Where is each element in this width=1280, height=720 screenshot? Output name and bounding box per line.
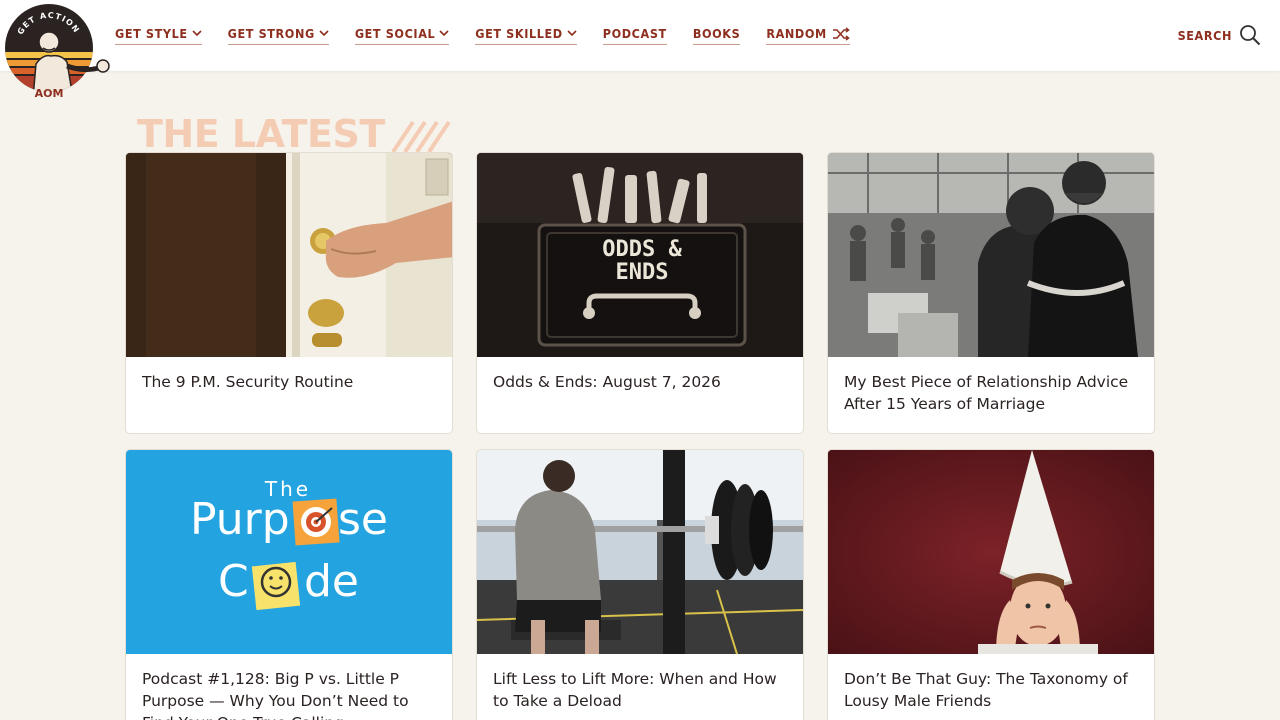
title-slashes-decoration: [391, 120, 451, 154]
site-logo[interactable]: GET ACTION AOM: [3, 2, 111, 100]
nav-label: PODCAST: [602, 26, 667, 41]
odds-ends-image-text: ENDS: [616, 260, 669, 285]
article-image-security[interactable]: [126, 153, 452, 357]
nav-label: RANDOM: [766, 26, 827, 41]
nav-label: BOOKS: [692, 26, 741, 41]
article-title[interactable]: Lift Less to Lift More: When and How to …: [477, 654, 803, 720]
chevron-down-icon: [439, 30, 449, 37]
purpose-cover-text: se: [338, 494, 388, 545]
main-nav: GET STYLE GET STRONG GET SOCIAL GET SKIL…: [115, 0, 876, 71]
chevron-down-icon: [319, 30, 329, 37]
site-header: GET STYLE GET STRONG GET SOCIAL GET SKIL…: [0, 0, 1280, 71]
nav-get-skilled[interactable]: GET SKILLED: [475, 26, 577, 45]
search-button[interactable]: SEARCH: [1178, 24, 1261, 46]
shuffle-icon: [832, 26, 850, 41]
aom-logo-icon: GET ACTION AOM: [5, 4, 110, 100]
article-image-odds-ends[interactable]: ODDS & ENDS: [477, 153, 803, 357]
article-title[interactable]: Odds & Ends: August 7, 2026: [477, 357, 803, 433]
nav-label: GET SOCIAL: [354, 26, 436, 41]
nav-books[interactable]: BOOKS: [692, 26, 741, 45]
article-card[interactable]: ODDS & ENDS Odds & Ends: August 7, 2026: [476, 152, 804, 434]
nav-get-style[interactable]: GET STYLE: [115, 26, 202, 45]
article-card[interactable]: Don’t Be That Guy: The Taxonomy of Lousy…: [827, 449, 1155, 720]
nav-label: GET SKILLED: [475, 26, 563, 41]
odds-ends-image-text: ODDS &: [602, 237, 682, 262]
search-icon: [1240, 25, 1261, 46]
nav-get-strong[interactable]: GET STRONG: [227, 26, 329, 45]
article-title[interactable]: The 9 P.M. Security Routine: [126, 357, 452, 433]
article-title[interactable]: Podcast #1,128: Big P vs. Little P Purpo…: [126, 654, 452, 720]
article-image-purpose-code[interactable]: The Purp se C de: [126, 450, 452, 654]
nav-get-social[interactable]: GET SOCIAL: [354, 26, 450, 45]
article-card[interactable]: My Best Piece of Relationship Advice Aft…: [827, 152, 1155, 434]
chevron-down-icon: [192, 30, 202, 37]
purpose-cover-text: de: [304, 556, 359, 607]
purpose-cover-text: Purp: [190, 494, 290, 545]
nav-label: GET STYLE: [115, 26, 188, 41]
purpose-cover-text: C: [218, 556, 249, 607]
chevron-down-icon: [567, 30, 577, 37]
article-title[interactable]: My Best Piece of Relationship Advice Aft…: [828, 357, 1154, 433]
nav-podcast[interactable]: PODCAST: [602, 26, 667, 45]
article-card[interactable]: The 9 P.M. Security Routine: [125, 152, 453, 434]
search-label: SEARCH: [1177, 27, 1232, 43]
article-card[interactable]: The Purp se C de Podcast #1,128: Big P v…: [125, 449, 453, 720]
article-grid: The 9 P.M. Security Routine ODDS & ENDS: [125, 152, 1155, 720]
article-image-dunce-cap[interactable]: [828, 450, 1154, 654]
article-image-deload[interactable]: [477, 450, 803, 654]
article-card[interactable]: Lift Less to Lift More: When and How to …: [476, 449, 804, 720]
section-title: THE LATEST: [137, 112, 385, 156]
logo-aom-text: AOM: [35, 87, 64, 100]
nav-label: GET STRONG: [227, 26, 315, 41]
article-title[interactable]: Don’t Be That Guy: The Taxonomy of Lousy…: [828, 654, 1154, 720]
nav-random[interactable]: RANDOM: [766, 26, 850, 45]
article-image-relationship[interactable]: [828, 153, 1154, 357]
